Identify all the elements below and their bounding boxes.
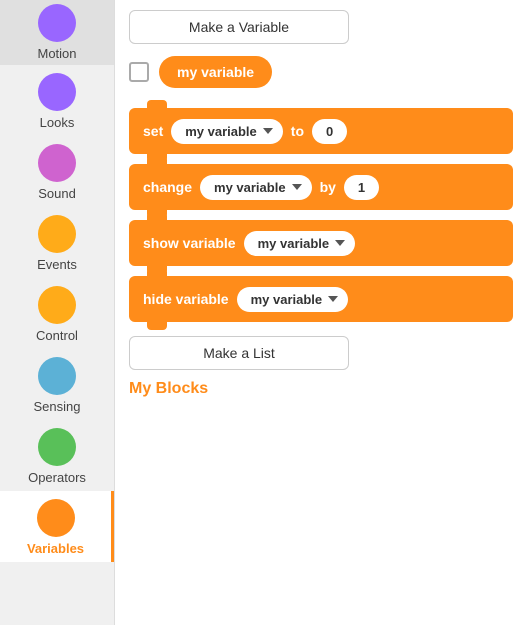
- variables-icon: [37, 499, 75, 537]
- sidebar-item-label: Events: [37, 257, 77, 272]
- change-value[interactable]: 1: [344, 175, 379, 200]
- set-value-label: 0: [326, 124, 333, 139]
- change-variable-dropdown[interactable]: my variable: [200, 175, 312, 200]
- sidebar-item-label: Sound: [38, 186, 76, 201]
- sidebar-item-label: Motion: [37, 46, 76, 61]
- show-dropdown-arrow-icon: [335, 240, 345, 246]
- show-variable-label: show variable: [143, 235, 236, 251]
- my-variable-label: my variable: [177, 64, 254, 80]
- sidebar-item-variables[interactable]: Variables: [0, 491, 114, 562]
- set-variable-label: my variable: [185, 124, 257, 139]
- change-block[interactable]: change my variable by 1: [129, 164, 513, 210]
- hide-variable-dropdown[interactable]: my variable: [237, 287, 349, 312]
- make-list-button[interactable]: Make a List: [129, 336, 349, 370]
- change-variable-label: my variable: [214, 180, 286, 195]
- my-blocks-label: My Blocks: [129, 380, 208, 397]
- set-label: set: [143, 123, 163, 139]
- my-blocks-section: My Blocks: [129, 380, 513, 398]
- set-block[interactable]: set my variable to 0: [129, 108, 513, 154]
- sidebar-item-looks[interactable]: Looks: [0, 65, 114, 136]
- events-icon: [38, 215, 76, 253]
- operators-icon: [38, 428, 76, 466]
- sidebar-item-operators[interactable]: Operators: [0, 420, 114, 491]
- sidebar-item-label: Looks: [40, 115, 75, 130]
- hide-variable-block[interactable]: hide variable my variable: [129, 276, 513, 322]
- sidebar: Motion Looks Sound Events Control Sensin…: [0, 0, 115, 625]
- sound-icon: [38, 144, 76, 182]
- sidebar-item-label: Sensing: [34, 399, 81, 414]
- motion-icon: [38, 4, 76, 42]
- change-dropdown-arrow-icon: [292, 184, 302, 190]
- set-value[interactable]: 0: [312, 119, 347, 144]
- hide-variable-name-label: my variable: [251, 292, 323, 307]
- set-variable-dropdown[interactable]: my variable: [171, 119, 283, 144]
- hide-variable-label: hide variable: [143, 291, 229, 307]
- change-value-label: 1: [358, 180, 365, 195]
- control-icon: [38, 286, 76, 324]
- sidebar-item-label: Operators: [28, 470, 86, 485]
- sidebar-item-control[interactable]: Control: [0, 278, 114, 349]
- hide-dropdown-arrow-icon: [328, 296, 338, 302]
- show-variable-name-label: my variable: [258, 236, 330, 251]
- make-variable-button[interactable]: Make a Variable: [129, 10, 349, 44]
- my-variable-pill[interactable]: my variable: [159, 56, 272, 88]
- sidebar-item-label: Variables: [27, 541, 84, 556]
- show-variable-dropdown[interactable]: my variable: [244, 231, 356, 256]
- sidebar-item-motion[interactable]: Motion: [0, 0, 114, 65]
- sidebar-item-sensing[interactable]: Sensing: [0, 349, 114, 420]
- variable-row: my variable: [129, 56, 513, 88]
- change-label: change: [143, 179, 192, 195]
- looks-icon: [38, 73, 76, 111]
- sensing-icon: [38, 357, 76, 395]
- set-dropdown-arrow-icon: [263, 128, 273, 134]
- show-variable-block[interactable]: show variable my variable: [129, 220, 513, 266]
- sidebar-item-label: Control: [36, 328, 78, 343]
- change-by-label: by: [320, 179, 336, 195]
- main-panel: Make a Variable my variable set my varia…: [115, 0, 527, 625]
- sidebar-item-sound[interactable]: Sound: [0, 136, 114, 207]
- variable-checkbox[interactable]: [129, 62, 149, 82]
- sidebar-item-events[interactable]: Events: [0, 207, 114, 278]
- set-to-label: to: [291, 123, 304, 139]
